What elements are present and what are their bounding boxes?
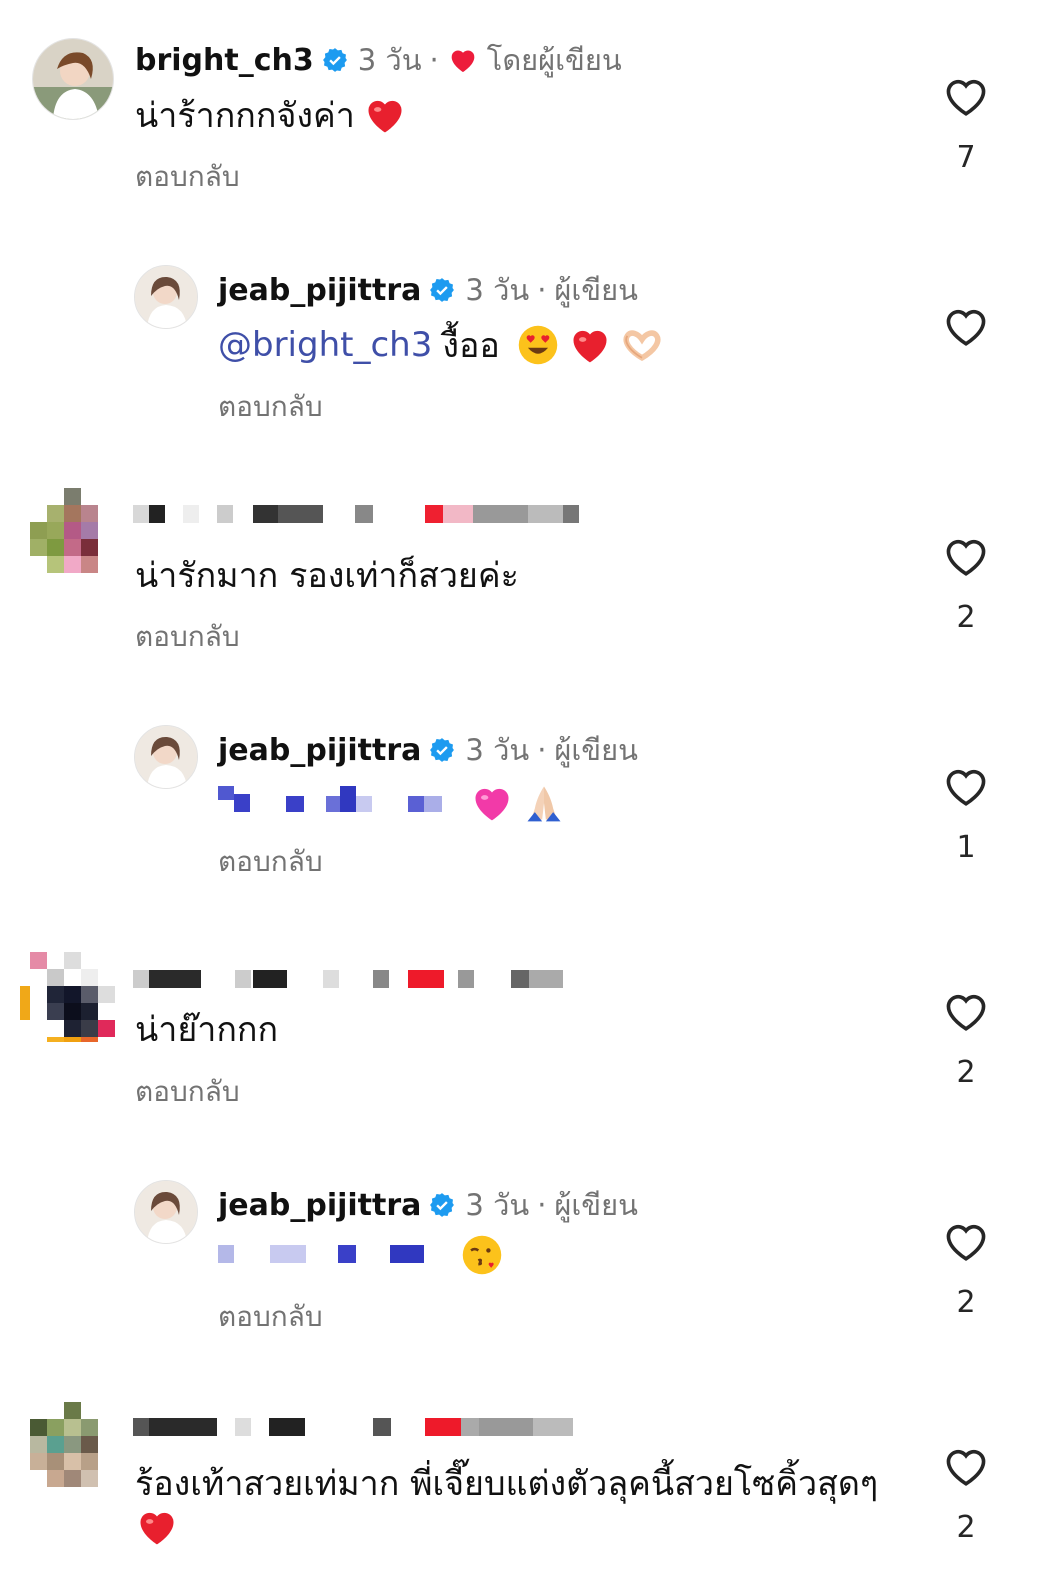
- comment-text: ร้องเท้าสวยเท่มาก พี่เจี๊ยบแต่งตัวลุคนี้…: [135, 1464, 879, 1504]
- pink-heart-emoji: [470, 781, 514, 825]
- verified-badge-icon: [430, 738, 455, 762]
- separator-dot: ·: [537, 1188, 547, 1222]
- heart-outline-icon[interactable]: [943, 1220, 989, 1262]
- timestamp: 3 วัน: [465, 1188, 530, 1222]
- username-pixelated: [133, 1418, 603, 1436]
- username[interactable]: jeab_pijittra: [218, 733, 421, 768]
- author-label: ผู้เขียน: [554, 733, 638, 767]
- comment-text: น่าย๊ากกก: [135, 1010, 279, 1050]
- comment-text: งื้ออ: [442, 326, 500, 366]
- like-count: 2: [956, 1510, 976, 1545]
- like-count: 7: [956, 140, 976, 175]
- like-count: 2: [956, 600, 976, 635]
- avatar-pixelated[interactable]: [30, 1402, 114, 1492]
- heart-outline-icon[interactable]: [943, 535, 989, 577]
- avatar-jeab-pijittra[interactable]: [134, 265, 198, 329]
- reply-button[interactable]: ตอบกลับ: [218, 385, 323, 429]
- mention-pixelated: [218, 1245, 438, 1263]
- reply-button[interactable]: ตอบกลับ: [135, 1070, 240, 1114]
- avatar-jeab-pijittra[interactable]: [134, 1180, 198, 1244]
- avatar-pixelated[interactable]: [20, 952, 116, 1042]
- heart-outline-icon[interactable]: [943, 765, 989, 807]
- like-count: 1: [956, 830, 976, 865]
- liked-by-author-label: โดยผู้เขียน: [486, 43, 622, 77]
- verified-badge-icon: [430, 1193, 455, 1217]
- mention-pixelated: [218, 786, 458, 812]
- like-count: 2: [956, 1285, 976, 1320]
- verified-badge-icon: [322, 48, 347, 72]
- like-count: 2: [956, 1055, 976, 1090]
- comment-text: น่าร้ากกกจังค่า: [135, 96, 355, 136]
- username-pixelated: [133, 505, 583, 523]
- avatar-jeab-pijittra[interactable]: [134, 725, 198, 789]
- face-blowing-kiss-emoji: [460, 1233, 504, 1277]
- red-heart-emoji: [363, 93, 407, 137]
- heart-outline-icon[interactable]: [943, 990, 989, 1032]
- reply-button[interactable]: ตอบกลับ: [218, 1295, 323, 1339]
- red-heart-icon: [451, 50, 475, 72]
- username[interactable]: jeab_pijittra: [218, 1188, 421, 1223]
- verified-badge-icon: [430, 278, 455, 302]
- heart-eyes-emoji: [516, 323, 560, 367]
- avatar-pixelated[interactable]: [30, 488, 114, 578]
- username[interactable]: jeab_pijittra: [218, 273, 421, 308]
- reply-button[interactable]: ตอบกลับ: [218, 840, 323, 884]
- timestamp: 3 วัน: [357, 43, 422, 77]
- comment-text: น่ารักมาก รองเท่าก็สวยค่ะ: [135, 556, 519, 596]
- separator-dot: ·: [537, 733, 547, 767]
- heart-outline-icon[interactable]: [943, 1445, 989, 1487]
- red-heart-emoji: [135, 1505, 179, 1549]
- reply-button[interactable]: ตอบกลับ: [135, 615, 240, 659]
- folded-hands-emoji: [522, 781, 566, 825]
- timestamp: 3 วัน: [465, 733, 530, 767]
- author-label: ผู้เขียน: [554, 1188, 638, 1222]
- username-pixelated: [133, 970, 593, 988]
- red-heart-emoji: [568, 323, 612, 367]
- heart-hands-emoji: [620, 323, 664, 367]
- mention-link[interactable]: @bright_ch3: [218, 325, 432, 365]
- timestamp: 3 วัน: [465, 273, 530, 307]
- reply-button[interactable]: ตอบกลับ: [135, 155, 240, 199]
- username[interactable]: bright_ch3: [135, 43, 314, 78]
- heart-outline-icon[interactable]: [943, 305, 989, 347]
- separator-dot: ·: [429, 43, 439, 77]
- heart-outline-icon[interactable]: [943, 75, 989, 117]
- avatar-bright-ch3[interactable]: [32, 38, 114, 120]
- author-label: ผู้เขียน: [554, 273, 638, 307]
- separator-dot: ·: [537, 273, 547, 307]
